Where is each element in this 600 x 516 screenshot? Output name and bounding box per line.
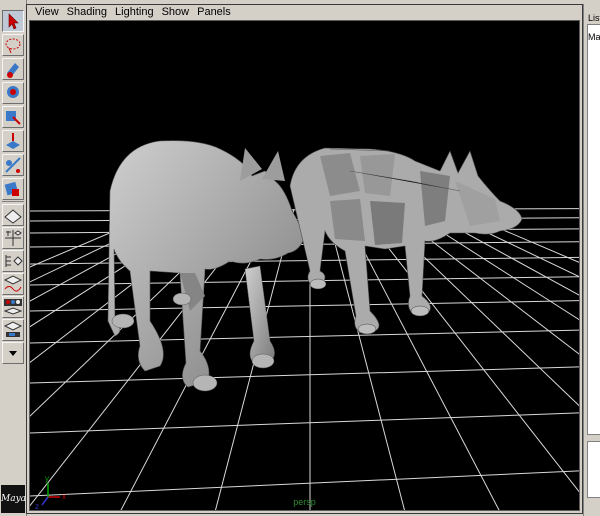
last-tool-icon[interactable]: [2, 178, 24, 200]
menu-lighting[interactable]: Lighting: [111, 5, 158, 20]
menu-show[interactable]: Show: [158, 5, 194, 20]
persp-trax-layout-icon[interactable]: [2, 319, 24, 341]
wolf-faceted-model[interactable]: [289, 147, 523, 335]
four-view-layout-icon[interactable]: [2, 227, 24, 249]
rotate-tool-icon[interactable]: [2, 106, 24, 128]
lasso-tool-icon[interactable]: [2, 34, 24, 56]
menu-view[interactable]: View: [31, 5, 63, 20]
side-panel-list[interactable]: [587, 24, 600, 435]
move-tool-icon[interactable]: [2, 82, 24, 104]
panel-menubar: View Shading Lighting Show Panels: [27, 5, 582, 20]
toolbox-separator: [2, 201, 24, 202]
scale-tool-icon[interactable]: [2, 130, 24, 152]
viewport-canvas: x y z: [30, 140, 579, 510]
viewport-panel: View Shading Lighting Show Panels x y z …: [26, 4, 583, 514]
side-panel: List Ma: [583, 4, 600, 516]
side-panel-row[interactable]: Ma: [588, 32, 600, 42]
grid-line: [357, 208, 579, 493]
select-tool-icon[interactable]: [2, 10, 24, 32]
single-perspective-layout-icon[interactable]: [2, 204, 24, 226]
grid-line: [405, 208, 579, 321]
grid-line: [453, 208, 579, 263]
grid-line: [30, 470, 579, 497]
camera-name-label: persp: [293, 497, 316, 507]
side-panel-tab[interactable]: List: [588, 13, 600, 23]
side-panel-lower-box: [587, 441, 600, 498]
manipulator-tool-icon[interactable]: [2, 154, 24, 176]
menu-panels[interactable]: Panels: [193, 5, 235, 20]
maya-logo: Maya: [1, 485, 26, 513]
grid-line: [421, 208, 579, 296]
persp-graph-layout-icon[interactable]: [2, 273, 24, 295]
axis-y-label: y: [45, 474, 49, 483]
menu-shading[interactable]: Shading: [63, 5, 111, 20]
perspective-viewport[interactable]: x y z persp: [29, 20, 580, 511]
hypershade-layout-icon[interactable]: [2, 296, 24, 318]
layout-menu-dropdown-icon[interactable]: [2, 342, 24, 364]
wolf-smooth-model[interactable]: [107, 140, 306, 392]
toolbox: Maya: [0, 0, 27, 516]
persp-outliner-layout-icon[interactable]: [2, 250, 24, 272]
grid-line: [30, 366, 579, 384]
grid-line: [30, 412, 579, 434]
paint-select-tool-icon[interactable]: [2, 58, 24, 80]
